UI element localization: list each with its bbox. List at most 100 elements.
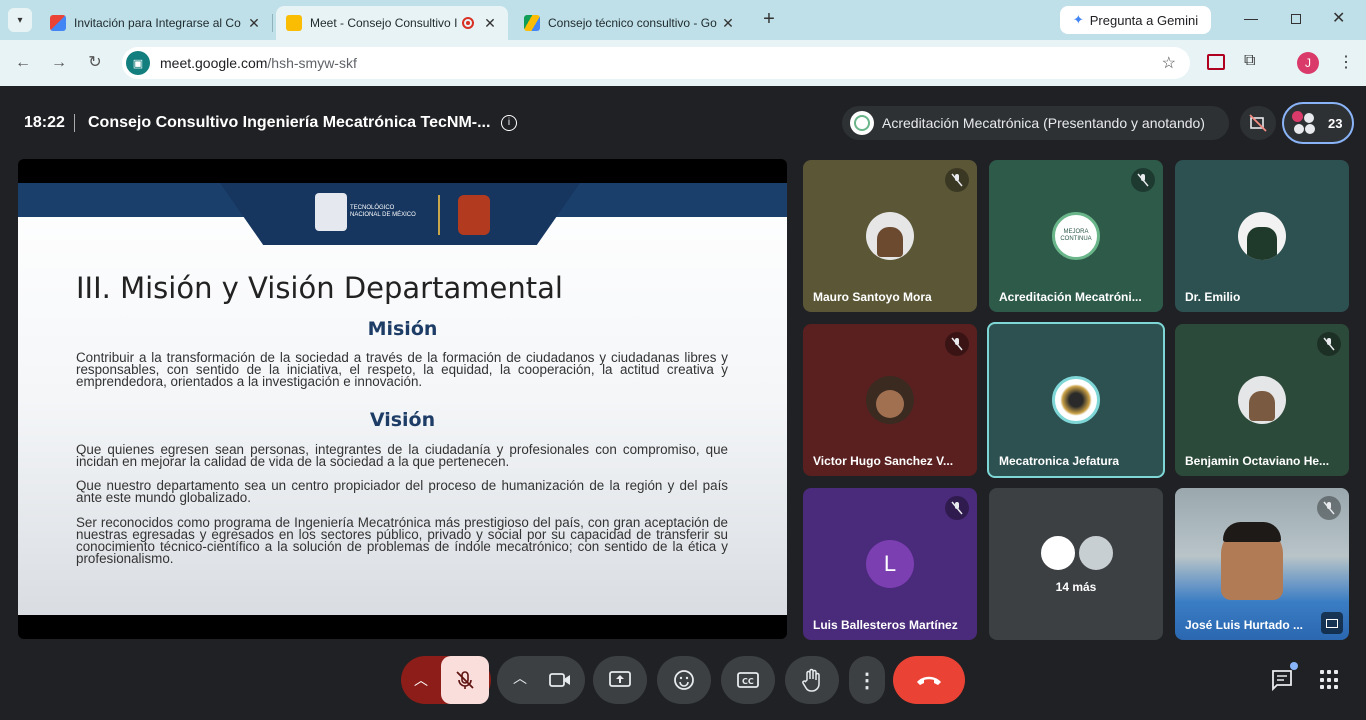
participant-tile-speaking[interactable]: Mecatronica Jefatura <box>987 322 1165 478</box>
participant-avatar <box>1238 212 1286 260</box>
forward-icon[interactable]: → <box>48 52 70 74</box>
close-tab-icon[interactable]: ✕ <box>482 15 498 32</box>
url-text: meet.google.com/hsh-smyw-skf <box>160 55 357 71</box>
more-avatars <box>1039 534 1119 574</box>
emoji-icon <box>674 670 694 690</box>
participant-name: Acreditación Mecatróni... <box>999 290 1142 304</box>
close-tab-icon[interactable]: ✕ <box>720 15 736 32</box>
participant-tile[interactable]: Mauro Santoyo Mora <box>803 160 977 312</box>
participant-name: Luis Ballesteros Martínez <box>813 618 958 632</box>
participant-tile[interactable]: Victor Hugo Sanchez V... <box>803 324 977 476</box>
tab-title: Invitación para Integrarse al Co <box>74 16 241 30</box>
participant-tile[interactable]: L Luis Ballesteros Martínez <box>803 488 977 640</box>
gemini-button[interactable]: ✦ Pregunta a Gemini <box>1060 6 1211 34</box>
more-participants-tile[interactable]: 14 más <box>989 488 1163 640</box>
mic-off-icon <box>456 671 474 689</box>
tab-title: Consejo técnico consultivo - Go <box>548 16 717 30</box>
participant-name: Dr. Emilio <box>1185 290 1241 304</box>
close-window-icon[interactable]: ✕ <box>1332 8 1345 28</box>
participant-tile[interactable]: Dr. Emilio <box>1175 160 1349 312</box>
more-vert-icon: ⋮ <box>857 669 877 692</box>
drive-icon <box>524 15 540 31</box>
more-options-button[interactable]: ⋮ <box>849 656 885 704</box>
vision-paragraph-1: Que quienes egresen sean personas, integ… <box>76 442 728 469</box>
omnibox[interactable]: ▣ meet.google.com/hsh-smyw-skf ☆ <box>122 47 1190 79</box>
participant-tile[interactable]: MEJORA CONTINUA Acreditación Mecatróni..… <box>989 160 1163 312</box>
browser-tab-bar: ▾ Invitación para Integrarse al Co ✕ Mee… <box>0 0 1366 40</box>
tab-title: Meet - Consejo Consultivo I <box>310 16 458 30</box>
participant-video-tile[interactable]: José Luis Hurtado ... <box>1175 488 1349 640</box>
slide: TECNOLÓGICO NACIONAL DE MÉXICO III. Misi… <box>18 183 787 615</box>
recording-icon <box>462 17 474 29</box>
meet-header: 18:22 Consejo Consultivo Ingeniería Meca… <box>0 86 1366 160</box>
tab-separator <box>272 14 273 32</box>
mic-options-chevron-icon[interactable]: ︿ <box>414 670 428 690</box>
activities-grid-icon[interactable] <box>1320 670 1340 690</box>
header-divider <box>74 114 75 132</box>
meet-icon <box>286 15 302 31</box>
site-info-icon[interactable]: ▣ <box>126 51 150 75</box>
tecnm-logo <box>315 193 347 231</box>
puzzle-extensions-icon[interactable]: ⧉ <box>1244 52 1255 70</box>
participant-avatar <box>1238 376 1286 424</box>
bookmark-star-icon[interactable]: ☆ <box>1162 53 1176 73</box>
reactions-button[interactable] <box>657 656 711 704</box>
new-tab-icon[interactable]: + <box>758 8 780 30</box>
meeting-info-icon[interactable]: i <box>501 115 517 131</box>
meeting-title: Consejo Consultivo Ingeniería Mecatrónic… <box>88 114 491 131</box>
close-tab-icon[interactable]: ✕ <box>246 15 262 32</box>
back-icon[interactable]: ← <box>12 52 34 74</box>
tab-gmail[interactable]: Invitación para Integrarse al Co ✕ <box>40 6 272 40</box>
participant-avatar: MEJORA CONTINUA <box>1052 212 1100 260</box>
participants-button[interactable]: 23 <box>1282 102 1354 144</box>
camera-options-button[interactable]: ︿ <box>497 656 585 704</box>
tab-drive[interactable]: Consejo técnico consultivo - Go ✕ <box>514 6 746 40</box>
participant-avatar <box>866 376 914 424</box>
mic-off-icon <box>945 496 969 520</box>
captions-button[interactable]: CC <box>721 656 775 704</box>
leave-call-button[interactable] <box>893 656 965 704</box>
avatar-text: MEJORA CONTINUA <box>1060 229 1092 242</box>
camera-chevron-icon[interactable]: ︿ <box>513 668 527 688</box>
participant-avatars-icon <box>1292 111 1316 135</box>
mic-off-icon <box>945 332 969 356</box>
participant-video-hair <box>1223 522 1281 542</box>
gmail-icon <box>50 15 66 31</box>
participant-avatar: L <box>866 540 914 588</box>
extension-icon[interactable] <box>1207 54 1225 70</box>
restore-icon[interactable] <box>1291 14 1301 24</box>
vision-paragraph-3: Ser reconocidos como programa de Ingenie… <box>76 515 728 566</box>
institute-logo <box>458 195 490 235</box>
tab-search-button[interactable]: ▾ <box>8 8 32 32</box>
raise-hand-button[interactable] <box>785 656 839 704</box>
participant-name: Mauro Santoyo Mora <box>813 290 932 304</box>
gemini-label: Pregunta a Gemini <box>1089 12 1199 28</box>
presenting-indicator[interactable]: Acreditación Mecatrónica (Presentando y … <box>842 106 1229 140</box>
meeting-time: 18:22 <box>24 114 65 131</box>
more-menu-icon[interactable]: ⋮ <box>1338 52 1354 72</box>
mic-off-icon <box>1131 168 1155 192</box>
raise-hand-icon <box>802 668 820 692</box>
mision-heading: Misión <box>367 318 438 340</box>
profile-avatar[interactable]: J <box>1297 52 1319 74</box>
participant-tile[interactable]: Benjamin Octaviano He... <box>1175 324 1349 476</box>
mic-toggle-button[interactable] <box>441 656 489 704</box>
pin-icon[interactable] <box>1321 612 1343 634</box>
gemini-icon: ✦ <box>1072 12 1084 27</box>
minimize-icon[interactable] <box>1244 10 1258 20</box>
participant-name: Mecatronica Jefatura <box>999 454 1120 468</box>
captions-icon: CC <box>737 672 759 688</box>
participant-name: José Luis Hurtado ... <box>1185 618 1304 632</box>
present-screen-button[interactable] <box>593 656 647 704</box>
chat-icon[interactable] <box>1270 662 1298 692</box>
presenter-avatar <box>850 111 874 135</box>
presentation-view[interactable]: TECNOLÓGICO NACIONAL DE MÉXICO III. Misi… <box>18 159 787 639</box>
participant-name: Benjamin Octaviano He... <box>1185 454 1330 468</box>
more-participants-label: 14 más <box>1055 580 1097 594</box>
tab-meet[interactable]: Meet - Consejo Consultivo I ✕ <box>276 6 508 40</box>
url-host: meet.google.com <box>160 55 268 71</box>
participant-name: Victor Hugo Sanchez V... <box>813 454 954 468</box>
hide-tiles-icon[interactable] <box>1240 106 1276 140</box>
camera-icon <box>549 673 570 687</box>
reload-icon[interactable]: ↻ <box>84 52 106 74</box>
